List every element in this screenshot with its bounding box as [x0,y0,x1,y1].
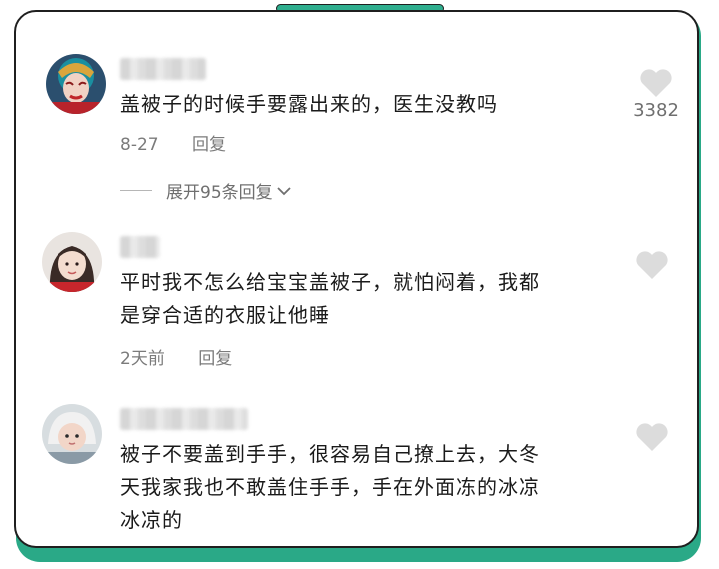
comment-date: 2天前 [120,349,165,369]
avatar[interactable] [42,404,102,464]
comment-list-card: 盖被子的时候手要露出来的，医生没教吗 8-27 回复 3382 展开95条回复 [14,10,699,548]
expand-replies-button[interactable]: 展开95条回复 [120,178,291,203]
comment-text: 被子不要盖到手手，很容易自己撩上去，大冬 天我家我也不敢盖住手手，手在外面冻的冰… [120,442,540,532]
comment-text: 平时我不怎么给宝宝盖被子，就怕闷着，我都 是穿合适的衣服让他睡 [120,270,540,327]
heart-icon[interactable] [639,68,673,98]
like-count: 3382 [633,100,679,121]
chevron-down-icon [277,181,291,201]
username-blurred[interactable] [120,408,248,430]
username-blurred[interactable] [120,58,206,80]
comment-text: 盖被子的时候手要露出来的，医生没教吗 [120,92,498,116]
expand-replies-label: 展开95条回复 [166,183,273,203]
comment-meta: 2天前 回复 [120,344,260,369]
expand-divider [120,190,152,191]
heart-icon[interactable] [635,422,669,452]
comment-date: 8-27 [120,135,159,155]
avatar[interactable] [46,54,106,114]
heart-icon[interactable] [635,250,669,280]
reply-button[interactable]: 回复 [198,349,232,369]
avatar[interactable] [42,232,102,292]
reply-button[interactable]: 回复 [192,135,226,155]
username-blurred[interactable] [120,236,160,258]
comment-meta: 8-27 回复 [120,130,254,155]
